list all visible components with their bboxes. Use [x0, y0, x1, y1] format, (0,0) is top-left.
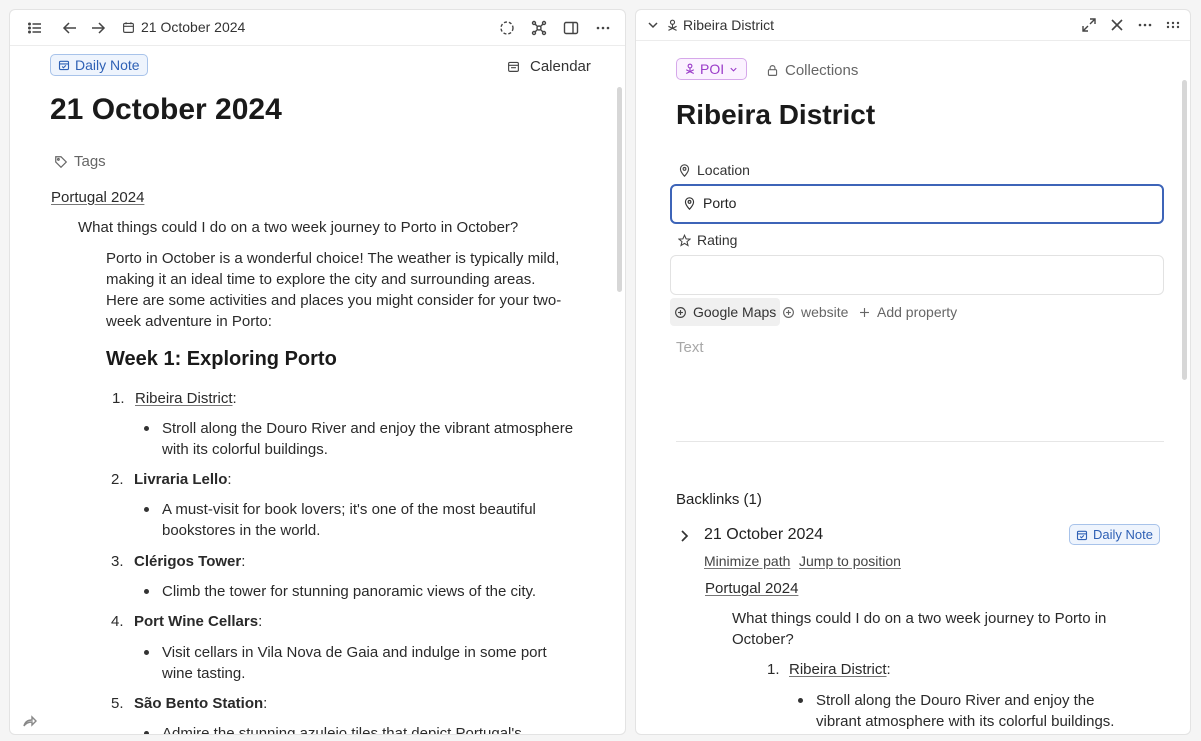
list-item-desc: A must-visit for book lovers; it's one o… — [162, 501, 536, 539]
plus-icon — [860, 307, 869, 317]
poi-icon — [685, 63, 695, 75]
bullet — [144, 507, 149, 512]
poi-content[interactable]: POI Collections Ribeira District Locatio… — [636, 42, 1190, 734]
more-icon[interactable] — [592, 17, 614, 39]
question-text: What things could I do on a two week jou… — [78, 219, 519, 236]
calendar-check-icon — [58, 60, 70, 71]
divider — [676, 441, 1164, 442]
list-number: 4. — [111, 613, 124, 630]
graph-icon[interactable] — [528, 17, 550, 39]
calendar-check-icon — [1076, 530, 1088, 540]
poi-title: Ribeira District — [676, 99, 876, 130]
daily-note-chip[interactable]: Daily Note — [50, 54, 148, 76]
location-value: Porto — [703, 195, 737, 211]
chevron-right-icon[interactable] — [676, 528, 692, 549]
lock-icon — [767, 65, 778, 76]
list-number: 2. — [111, 471, 124, 488]
panel-title: Ribeira District — [666, 17, 774, 33]
backlink-title[interactable]: 21 October 2024 — [704, 526, 823, 544]
list-number: 3. — [111, 553, 124, 570]
list-item-desc: Stroll along the Douro River and enjoy t… — [162, 420, 574, 458]
list-item-desc: Stroll along the Douro River and enjoy t… — [816, 692, 1115, 730]
tag-icon — [55, 155, 68, 168]
list-item-desc: Visit cellars in Vila Nova de Gaia and i… — [162, 644, 547, 682]
breadcrumb[interactable]: Portugal 2024 — [51, 187, 144, 208]
rating-input[interactable] — [670, 255, 1164, 295]
backlink-daily-note-chip[interactable]: Daily Note — [1069, 524, 1160, 545]
chevron-down-icon[interactable] — [642, 14, 664, 36]
right-toolbar: Ribeira District — [636, 10, 1190, 41]
jump-to-position-link[interactable]: Jump to position — [799, 553, 901, 569]
add-property-button[interactable]: Add property — [858, 304, 957, 320]
bullet — [798, 698, 803, 703]
page-title: 21 October 2024 — [50, 93, 282, 126]
backlink-breadcrumb[interactable]: Portugal 2024 — [705, 578, 798, 599]
list-item-desc: Climb the tower for stunning panoramic v… — [162, 583, 537, 600]
poi-panel: Ribeira District POI Collections Ribeira… — [635, 9, 1191, 735]
poi-icon — [668, 19, 677, 31]
bullet — [144, 650, 149, 655]
list-number: 5. — [111, 695, 124, 712]
list-item: Ribeira District: — [135, 390, 237, 407]
minimize-path-link[interactable]: Minimize path — [704, 553, 790, 569]
calendar-button[interactable]: Calendar — [507, 58, 591, 75]
plus-circle-icon — [675, 306, 686, 318]
calendar-icon — [123, 21, 134, 33]
bullet — [144, 426, 149, 431]
list-number: 1. — [767, 661, 780, 678]
drag-handle-icon[interactable] — [1162, 14, 1184, 36]
answer-paragraph: Porto in October is a wonderful choice! … — [106, 250, 562, 330]
sidebar-toggle-icon[interactable] — [560, 17, 582, 39]
poi-type-chip[interactable]: POI — [676, 58, 748, 80]
backlink-question: What things could I do on a two week jou… — [732, 610, 1107, 648]
calendar-icon — [508, 61, 519, 72]
list-item: Livraria Lello: — [134, 471, 232, 488]
more-icon[interactable] — [1134, 14, 1156, 36]
week-heading: Week 1: Exploring Porto — [106, 348, 337, 370]
website-button[interactable]: website — [782, 304, 848, 320]
share-icon[interactable] — [22, 713, 38, 734]
ribeira-link[interactable]: Ribeira District — [135, 390, 233, 407]
close-icon[interactable] — [1106, 14, 1128, 36]
bullet — [144, 589, 149, 594]
list-item: Port Wine Cellars: — [134, 613, 263, 630]
tags-button[interactable]: Tags — [54, 153, 106, 170]
outline-icon[interactable] — [24, 17, 46, 39]
list-item: Clérigos Tower: — [134, 553, 246, 570]
back-arrow-icon[interactable] — [59, 17, 81, 39]
location-label: Location — [678, 162, 750, 178]
scrollbar[interactable] — [1182, 80, 1187, 380]
plus-circle-icon — [783, 306, 794, 318]
list-number: 1. — [112, 390, 125, 407]
list-item: Ribeira District: — [789, 661, 891, 678]
toolbar-date-button[interactable]: 21 October 2024 — [122, 19, 245, 35]
scrollbar[interactable] — [617, 87, 622, 292]
left-toolbar: 21 October 2024 — [10, 10, 625, 46]
rating-label: Rating — [678, 232, 737, 248]
forward-arrow-icon[interactable] — [87, 17, 109, 39]
ribeira-link[interactable]: Ribeira District — [789, 661, 887, 678]
daily-note-panel: 21 October 2024 Daily Note Calendar 21 O… — [9, 9, 626, 735]
toolbar-date: 21 October 2024 — [141, 19, 246, 35]
location-pin-icon — [684, 196, 695, 210]
list-item: São Bento Station: — [134, 695, 268, 712]
location-input[interactable]: Porto — [670, 184, 1164, 224]
daily-note-content[interactable]: Daily Note Calendar 21 October 2024 Tags… — [10, 47, 625, 734]
sync-icon[interactable] — [496, 17, 518, 39]
chevron-down-icon — [730, 67, 737, 72]
backlinks-label: Backlinks (1) — [676, 491, 762, 508]
star-icon — [678, 233, 691, 247]
bullet — [144, 731, 149, 734]
expand-icon[interactable] — [1078, 14, 1100, 36]
list-item-desc: Admire the stunning azulejo tiles that d… — [162, 725, 522, 734]
collections-button[interactable]: Collections — [766, 62, 858, 79]
location-pin-icon — [679, 163, 690, 177]
google-maps-button[interactable]: Google Maps — [670, 298, 781, 326]
text-placeholder[interactable]: Text — [676, 339, 704, 356]
